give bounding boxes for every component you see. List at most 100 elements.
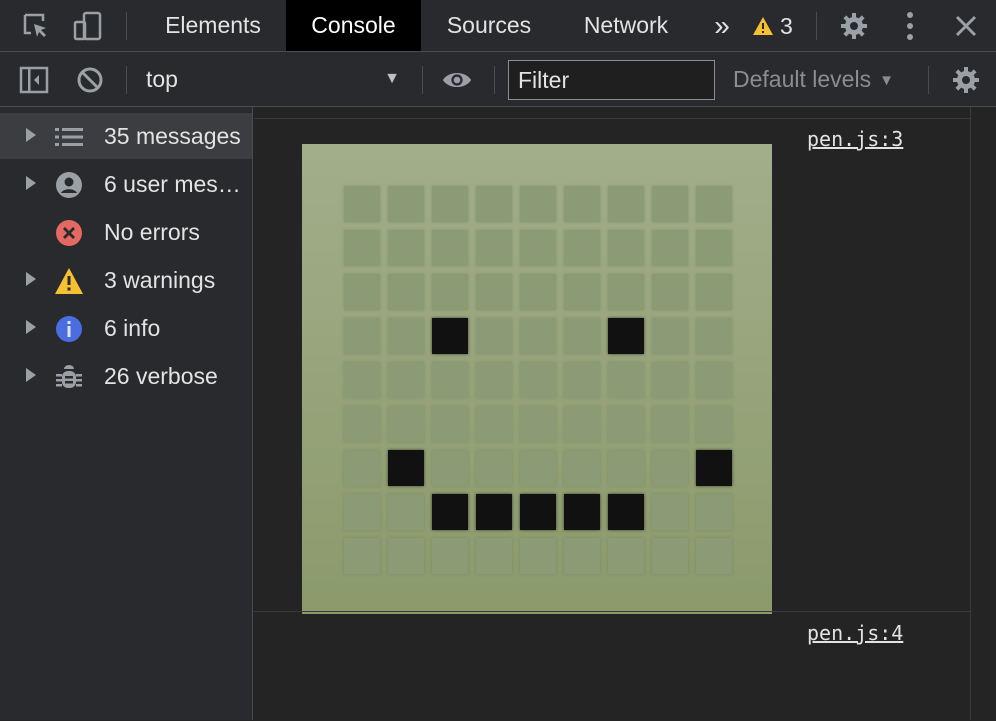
log-levels-dropdown[interactable]: Default levels ▼ <box>733 62 894 96</box>
pixel-cell <box>696 406 732 442</box>
pixel-cell <box>652 274 688 310</box>
more-tabs-icon[interactable]: » <box>704 0 740 51</box>
expand-arrow-icon[interactable] <box>26 128 36 142</box>
pixel-cell <box>608 274 644 310</box>
pixel-cell <box>564 450 600 486</box>
sidebar-item-warnings[interactable]: 3 warnings <box>0 257 252 303</box>
warning-counter[interactable]: 3 <box>752 10 793 42</box>
pixel-cell <box>520 186 556 222</box>
dropdown-arrow-icon: ▼ <box>384 70 400 87</box>
pixel-cell-on <box>520 494 556 530</box>
pixel-cell <box>652 362 688 398</box>
log-levels-label: Default levels <box>733 66 872 92</box>
pixel-cell <box>564 406 600 442</box>
pixel-cell-on <box>476 494 512 530</box>
pixel-cell <box>652 494 688 530</box>
sidebar-toggle-icon[interactable] <box>18 64 50 96</box>
pixel-cell <box>564 230 600 266</box>
pixel-cell <box>476 538 512 574</box>
pixel-cell <box>652 406 688 442</box>
pixel-cell <box>388 494 424 530</box>
pixel-cell <box>696 186 732 222</box>
clear-console-icon[interactable] <box>74 64 106 96</box>
toolbar-divider <box>494 66 495 94</box>
more-options-icon[interactable] <box>894 10 926 42</box>
sidebar-item-label: 6 info <box>104 315 161 341</box>
pixel-cell <box>696 318 732 354</box>
console-toolbar: top ▼ Default levels ▼ <box>0 52 996 107</box>
sidebar-item-label: No errors <box>104 219 200 245</box>
close-icon[interactable] <box>950 10 982 42</box>
pixel-cell <box>476 318 512 354</box>
error-icon <box>54 218 84 248</box>
pixel-cell-on <box>432 494 468 530</box>
expand-arrow-icon[interactable] <box>26 176 36 190</box>
pixel-cell <box>344 318 380 354</box>
pixel-cell <box>696 230 732 266</box>
console-settings-gear-icon[interactable] <box>950 64 982 96</box>
filter-input[interactable] <box>508 60 715 100</box>
live-expression-eye-icon[interactable] <box>441 64 473 96</box>
sidebar-item-messages[interactable]: 35 messages <box>0 113 252 159</box>
settings-gear-icon[interactable] <box>838 10 870 42</box>
expand-arrow-icon[interactable] <box>26 368 36 382</box>
pixel-cell <box>564 318 600 354</box>
pixel-cell <box>564 186 600 222</box>
pixel-cell <box>388 230 424 266</box>
pixel-cell <box>476 362 512 398</box>
sidebar-item-info[interactable]: 6 info <box>0 305 252 351</box>
pixel-cell <box>652 230 688 266</box>
pixel-cell <box>696 362 732 398</box>
dropdown-arrow-icon: ▼ <box>879 72 894 89</box>
source-link[interactable]: pen.js:3 <box>807 127 903 151</box>
logged-image-smiley <box>302 144 772 614</box>
sidebar-item-user-messages[interactable]: 6 user messages <box>0 161 252 207</box>
toolbar-divider <box>928 66 929 94</box>
inspect-element-icon[interactable] <box>20 10 52 42</box>
pixel-cell <box>696 494 732 530</box>
pixel-cell-on <box>608 494 644 530</box>
pixel-cell <box>476 450 512 486</box>
pixel-cell <box>564 362 600 398</box>
pixel-cell <box>432 230 468 266</box>
expand-arrow-icon[interactable] <box>26 320 36 334</box>
sidebar-item-verbose[interactable]: 26 verbose <box>0 353 252 399</box>
console-scrollbar[interactable] <box>970 107 996 720</box>
pixel-cell <box>344 450 380 486</box>
tab-console[interactable]: Console <box>286 0 421 51</box>
context-selector[interactable]: top ▼ <box>146 62 408 96</box>
pixel-cell <box>388 274 424 310</box>
source-link[interactable]: pen.js:4 <box>807 621 903 645</box>
tab-network[interactable]: Network <box>560 0 692 51</box>
tab-elements[interactable]: Elements <box>142 0 284 51</box>
pixel-cell <box>388 362 424 398</box>
pixel-cell <box>608 186 644 222</box>
user-icon <box>54 170 84 200</box>
pixel-cell-on <box>608 318 644 354</box>
pixel-cell <box>608 538 644 574</box>
info-icon <box>54 314 84 344</box>
sidebar-item-label: 26 verbose <box>104 363 218 389</box>
pixel-cell <box>344 406 380 442</box>
expand-arrow-icon[interactable] <box>26 272 36 286</box>
console-message: pen.js:4 <box>254 611 970 721</box>
pixel-cell <box>652 186 688 222</box>
list-icon <box>54 122 84 152</box>
pixel-cell <box>344 494 380 530</box>
pixel-cell <box>344 538 380 574</box>
pixel-cell <box>432 406 468 442</box>
pixel-cell <box>388 186 424 222</box>
warning-count: 3 <box>780 12 793 39</box>
warning-icon <box>753 17 773 35</box>
device-toolbar-icon[interactable] <box>72 10 104 42</box>
sidebar-item-errors[interactable]: No errors <box>0 209 252 255</box>
pixel-cell <box>432 186 468 222</box>
tab-sources[interactable]: Sources <box>422 0 556 51</box>
pixel-cell <box>520 230 556 266</box>
console-sidebar: 35 messages 6 user messages No errors <box>0 107 253 720</box>
pixel-cell <box>476 230 512 266</box>
pixel-cell <box>476 186 512 222</box>
pixel-cell <box>608 362 644 398</box>
pixel-cell <box>432 538 468 574</box>
toolbar-divider <box>422 66 423 94</box>
